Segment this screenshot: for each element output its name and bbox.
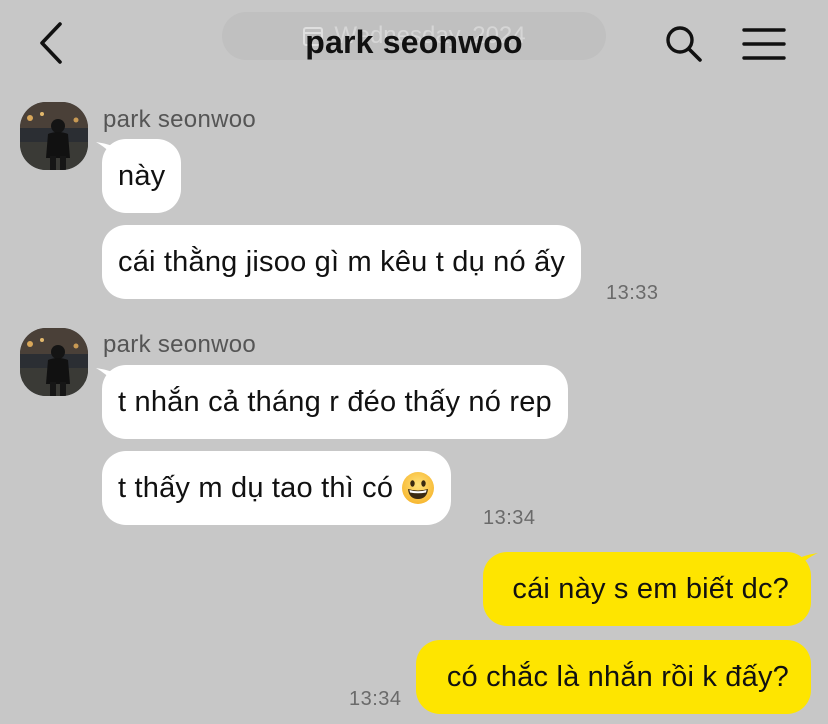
search-button[interactable] (662, 22, 706, 66)
message-text: cái thằng jisoo gì m kêu t dụ nó ấy (118, 245, 566, 278)
profile-photo (20, 102, 88, 170)
message-text: t thấy m dụ tao thì có (118, 471, 394, 504)
message-timestamp: 13:33 (606, 282, 659, 304)
sender-name: park seonwoo (103, 331, 257, 358)
profile-photo (20, 328, 88, 396)
avatar[interactable] (20, 102, 88, 170)
my-message-bubble[interactable]: có chắc là nhắn rồi k đấy? (416, 640, 811, 714)
message-text: có chắc là nhắn rồi k đấy? (446, 660, 789, 693)
hamburger-menu-icon (742, 28, 786, 60)
message-text: này (118, 159, 166, 192)
sender-name: park seonwoo (103, 106, 257, 133)
message-bubble[interactable]: t nhắn cả tháng r đéo thấy nó rep (102, 365, 568, 439)
message-timestamp: 13:34 (349, 688, 402, 710)
grinning-face-emoji-icon (402, 472, 435, 504)
message-timestamp: 13:34 (483, 507, 536, 529)
my-message-bubble[interactable]: cái này s em biết dc? (483, 552, 811, 626)
chat-header: Wednesday, 2024 park seonwoo (0, 0, 828, 88)
search-icon (666, 26, 702, 62)
message-bubble[interactable]: cái thằng jisoo gì m kêu t dụ nó ấy (102, 225, 582, 299)
message-text: t nhắn cả tháng r đéo thấy nó rep (118, 385, 552, 418)
message-text: cái này s em biết dc? (512, 572, 789, 605)
menu-button[interactable] (740, 24, 788, 64)
message-bubble[interactable]: này (102, 139, 182, 213)
message-bubble[interactable]: t thấy m dụ tao thì có (102, 451, 452, 525)
avatar[interactable] (20, 328, 88, 396)
